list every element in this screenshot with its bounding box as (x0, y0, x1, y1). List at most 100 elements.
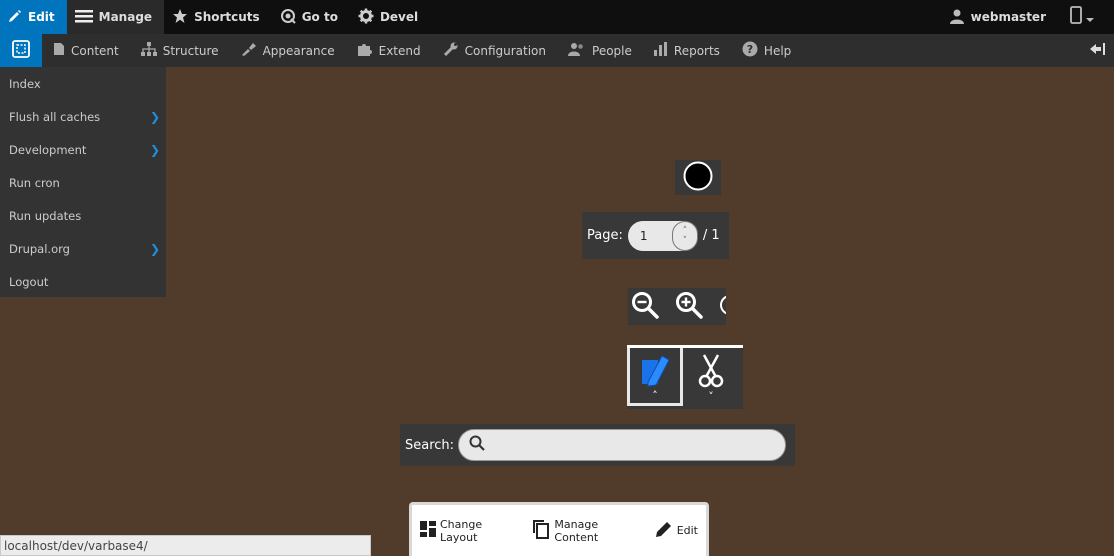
people-icon (568, 42, 586, 59)
tray-orientation-toggle[interactable] (1088, 41, 1114, 60)
help-icon: ? (742, 41, 758, 60)
user-icon (949, 8, 965, 27)
toggle-button[interactable] (675, 160, 721, 195)
brush-icon (241, 42, 257, 59)
toolbar-shortcuts-tab[interactable]: Shortcuts (164, 0, 272, 34)
tray-item-label: Structure (162, 43, 219, 58)
toolbar-edit-label: Edit (28, 10, 55, 24)
document-icon (53, 42, 65, 59)
edit-label: Edit (676, 524, 698, 537)
tray-item-content[interactable]: Content (42, 34, 130, 67)
wrench-icon (443, 42, 459, 59)
manage-content-button[interactable]: Manage Content (532, 518, 644, 544)
layout-icon (420, 521, 436, 540)
zoom-reset-icon[interactable] (718, 290, 726, 324)
pencil-icon (655, 520, 673, 541)
tray-item-label: Configuration (464, 43, 547, 58)
search-input[interactable] (458, 429, 787, 461)
tray-item-label: Reports (673, 43, 720, 58)
pencil-icon (8, 9, 22, 26)
tray-item-people[interactable]: People (557, 34, 643, 67)
highlight-icon (638, 352, 672, 392)
zoom-out-icon[interactable] (630, 290, 660, 324)
chevron-right-icon: ❯ (149, 241, 160, 256)
toolbar-devel-tab[interactable]: Devel (350, 0, 430, 34)
devel-menu-label: Flush all caches (9, 109, 101, 124)
devel-menu-label: Development (9, 142, 87, 157)
edit-button[interactable]: Edit (655, 520, 698, 541)
change-layout-label: Change Layout (440, 517, 483, 544)
page-total: / 1 (702, 228, 720, 243)
devel-menu-item[interactable]: Logout (0, 265, 166, 298)
zoom-controls (628, 288, 726, 325)
devel-menu-label: Logout (9, 274, 49, 289)
phone-icon (1070, 6, 1082, 28)
toolbar-manage-label: Manage (98, 10, 153, 24)
structure-icon (140, 42, 157, 59)
tray-item-configuration[interactable]: Configuration (432, 34, 557, 67)
page-number-input[interactable]: 1 ˄ ˅ (627, 220, 698, 251)
toolbar-shortcuts-label: Shortcuts (194, 10, 260, 24)
tray-item-label: Extend (378, 43, 421, 58)
devel-menu-label: Index (9, 76, 41, 91)
tray-item-label: Help (763, 43, 792, 58)
zoom-in-icon[interactable] (674, 290, 704, 324)
tray-item-appearance[interactable]: Appearance (230, 34, 346, 67)
chevron-down-icon: ˅ (708, 390, 714, 403)
chevron-right-icon: ❯ (149, 109, 160, 124)
status-url: localhost/dev/varbase4/ (4, 538, 148, 553)
device-preview-toggle[interactable] (1060, 6, 1114, 28)
tray-item-help[interactable]: ? Help (731, 34, 802, 67)
user-menu[interactable]: webmaster (935, 8, 1060, 27)
devel-menu-label: Run cron (9, 175, 60, 190)
focus-icon (12, 39, 30, 62)
change-layout-button[interactable]: Change Layout (420, 518, 522, 544)
hamburger-icon (74, 9, 93, 26)
chevron-down-icon (1086, 8, 1094, 27)
user-name: webmaster (970, 10, 1046, 24)
layout-builder-bar: Change Layout Manage Content Edit (409, 502, 709, 556)
toolbar-devel-label: Devel (379, 10, 419, 24)
manage-content-label: Manage Content (554, 517, 599, 544)
page-label: Page: (587, 228, 623, 243)
devel-menu-item[interactable]: Run cron (0, 166, 166, 199)
devel-menu-item[interactable]: Run updates (0, 199, 166, 232)
page-stepper[interactable]: ˄ ˅ (671, 220, 698, 251)
annotation-tools: ˄ ˅ (627, 345, 743, 409)
toolbar-edit-tab[interactable]: Edit (0, 0, 67, 34)
toolbar-goto-label: Go to (301, 10, 338, 24)
viewer-search: Search: (400, 424, 795, 466)
devel-menu-item[interactable]: Flush all caches ❯ (0, 100, 166, 133)
svg-text:?: ? (747, 43, 753, 56)
cut-tool-button[interactable]: ˅ (683, 348, 739, 406)
toolbar-manage-tab[interactable]: Manage (66, 0, 165, 34)
circle-icon (683, 161, 713, 195)
tray-item-label: Content (71, 43, 119, 58)
devel-menu-label: Drupal.org (9, 241, 70, 256)
devel-menu: Index Flush all caches ❯ Development ❯ Run… (0, 67, 166, 297)
highlight-tool-button[interactable]: ˄ (627, 348, 683, 406)
tray-home-button[interactable] (0, 34, 42, 67)
devel-menu-item[interactable]: Drupal.org ❯ (0, 232, 166, 265)
goto-icon (280, 8, 296, 27)
chevron-down-icon[interactable]: ˅ (683, 236, 688, 246)
puzzle-icon (357, 42, 373, 59)
page-navigator: Page: 1 ˄ ˅ / 1 (582, 212, 729, 259)
toolbar-goto-tab[interactable]: Go to (272, 0, 350, 34)
admin-toolbar: Edit Manage Shortcuts Go to Devel webmas… (0, 0, 1114, 34)
tray-item-extend[interactable]: Extend (346, 34, 432, 67)
tray-item-structure[interactable]: Structure (130, 34, 230, 67)
search-icon (469, 435, 485, 455)
admin-tray: Content Structure Appearance Extend Conf… (0, 34, 1114, 67)
chevron-up-icon[interactable]: ˄ (683, 226, 688, 236)
devel-menu-item[interactable]: Index (0, 67, 166, 100)
chevron-up-icon: ˄ (652, 388, 658, 402)
devel-menu-item[interactable]: Development ❯ (0, 133, 166, 166)
tray-item-label: People (592, 43, 632, 58)
search-label: Search: (405, 437, 455, 453)
devel-menu-label: Run updates (9, 208, 82, 223)
copy-icon (532, 519, 550, 542)
toolbar-right: webmaster (935, 0, 1114, 34)
tray-item-reports[interactable]: Reports (643, 34, 731, 67)
browser-status-bar: localhost/dev/varbase4/ (0, 535, 371, 556)
